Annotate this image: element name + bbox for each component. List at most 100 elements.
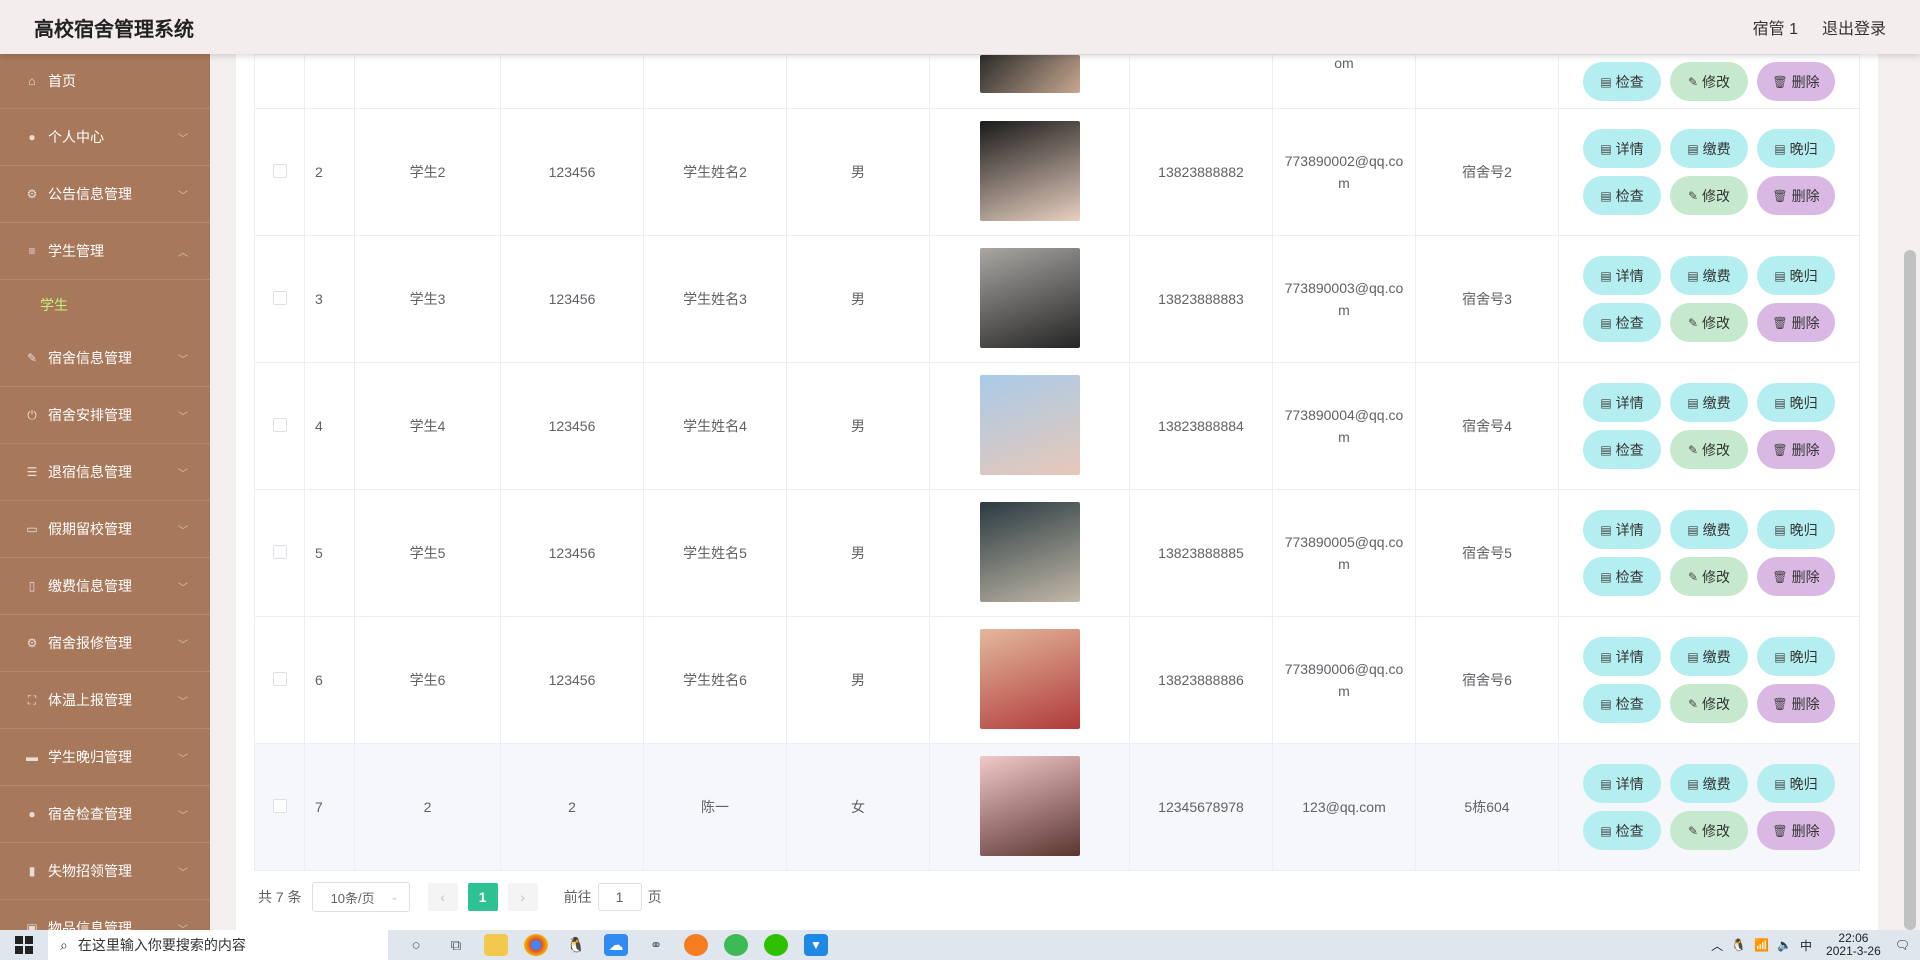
pay-button[interactable]: ▤ 缴费 xyxy=(1670,764,1748,803)
detail-button[interactable]: ▤ 详情 xyxy=(1583,637,1661,676)
check-button[interactable]: ▤ 检查 xyxy=(1583,303,1661,342)
sidebar-item[interactable]: ⚙ 公告信息管理 ﹀ xyxy=(0,166,210,223)
vertical-scrollbar[interactable] xyxy=(1904,250,1916,930)
check-button[interactable]: ▤ 检查 xyxy=(1583,684,1661,723)
sidebar-subitem-student[interactable]: 学生 xyxy=(0,280,210,330)
start-button[interactable] xyxy=(0,930,48,960)
late-return-button[interactable]: ▤ 晚归 xyxy=(1757,129,1835,168)
edit-button[interactable]: ✎ 修改 xyxy=(1670,557,1748,596)
row-checkbox[interactable] xyxy=(272,671,287,686)
task-view-icon[interactable]: ⧉ xyxy=(444,934,468,956)
app-title: 高校宿舍管理系统 xyxy=(34,18,194,41)
delete-button[interactable]: 🗑 删除 xyxy=(1757,684,1835,723)
editor-icon[interactable]: ▼ xyxy=(804,934,828,956)
delete-button[interactable]: 🗑 删除 xyxy=(1757,557,1835,596)
network-icon[interactable]: 📶 xyxy=(1754,938,1769,952)
late-return-button[interactable]: ▤ 晚归 xyxy=(1757,256,1835,295)
logout-link[interactable]: 退出登录 xyxy=(1822,15,1886,39)
sidebar-item[interactable]: ● 宿舍检查管理 ﹀ xyxy=(0,786,210,843)
row-checkbox[interactable] xyxy=(272,163,287,178)
edit-button[interactable]: ✎ 修改 xyxy=(1670,430,1748,469)
pay-button[interactable]: ▤ 缴费 xyxy=(1670,129,1748,168)
home-icon: ⌂ xyxy=(28,74,36,88)
row-checkbox[interactable] xyxy=(272,544,287,559)
late-return-button[interactable]: ▤ 晚归 xyxy=(1757,637,1835,676)
next-page-button[interactable]: › xyxy=(507,883,538,911)
document-icon: ▤ xyxy=(1600,522,1612,537)
check-button[interactable]: ▤ 检查 xyxy=(1583,176,1661,215)
file-explorer-icon[interactable] xyxy=(484,934,508,956)
sidebar-item[interactable]: ● 个人中心 ﹀ xyxy=(0,109,210,166)
firefox-icon[interactable] xyxy=(684,934,708,956)
pay-button[interactable]: ▤ 缴费 xyxy=(1670,383,1748,422)
row-checkbox[interactable] xyxy=(272,417,287,432)
notification-icon[interactable]: 🗨 xyxy=(1895,938,1910,952)
taskbar-search[interactable]: ⌕ 在这里输入你要搜索的内容 xyxy=(48,930,388,960)
delete-button[interactable]: 🗑 删除 xyxy=(1757,303,1835,342)
sidebar-item[interactable]: ▭ 假期留校管理 ﹀ xyxy=(0,501,210,558)
sidebar-item[interactable]: ▬ 学生晚归管理 ﹀ xyxy=(0,729,210,786)
sidebar-item[interactable]: ≡ 学生管理 ︿ xyxy=(0,223,210,280)
delete-button[interactable]: 🗑 删除 xyxy=(1757,176,1835,215)
gender-cell: 男 xyxy=(786,235,930,363)
ime-icon[interactable]: 中 xyxy=(1800,937,1812,954)
sidebar-item[interactable]: ⏻ 宿舍安排管理 ﹀ xyxy=(0,387,210,444)
sidebar-item[interactable]: ▣ 物品信息管理 ﹀ xyxy=(0,900,210,930)
baidu-netdisk-icon[interactable]: ⚭ xyxy=(644,934,668,956)
sidebar-item[interactable]: ▯ 缴费信息管理 ﹀ xyxy=(0,558,210,615)
qq-tray-icon[interactable]: 🐧 xyxy=(1731,938,1746,952)
late-return-button[interactable]: ▤ 晚归 xyxy=(1757,510,1835,549)
edit-button[interactable]: ✎ 修改 xyxy=(1670,176,1748,215)
sidebar-item[interactable]: ✎ 宿舍信息管理 ﹀ xyxy=(0,330,210,387)
detail-button[interactable]: ▤ 详情 xyxy=(1583,129,1661,168)
late-return-button[interactable]: ▤ 晚归 xyxy=(1757,383,1835,422)
goto-page-input[interactable]: 1 xyxy=(597,883,642,911)
edit-button[interactable]: ✎ 修改 xyxy=(1670,684,1748,723)
current-user[interactable]: 宿管 1 xyxy=(1753,15,1798,39)
password-cell: 123456 xyxy=(500,108,644,236)
edit-button[interactable]: ✎ 修改 xyxy=(1670,62,1748,101)
detail-button[interactable]: ▤ 详情 xyxy=(1583,764,1661,803)
chevron-down-icon: ⌄ xyxy=(390,891,399,903)
check-button[interactable]: ▤ 检查 xyxy=(1583,811,1661,850)
volume-icon[interactable]: 🔈 xyxy=(1777,938,1792,952)
edit-button[interactable]: ✎ 修改 xyxy=(1670,303,1748,342)
qq-icon[interactable]: 🐧 xyxy=(564,934,588,956)
sidebar-item-label: 退宿信息管理 xyxy=(48,464,132,480)
check-button[interactable]: ▤ 检查 xyxy=(1583,62,1661,101)
pay-button[interactable]: ▤ 缴费 xyxy=(1670,256,1748,295)
check-button[interactable]: ▤ 检查 xyxy=(1583,430,1661,469)
dorm-cell: 宿舍号2 xyxy=(1415,108,1559,236)
sidebar-item[interactable]: ⚙ 宿舍报修管理 ﹀ xyxy=(0,615,210,672)
sidebar-item[interactable]: ▮ 失物招领管理 ﹀ xyxy=(0,843,210,900)
detail-button[interactable]: ▤ 详情 xyxy=(1583,256,1661,295)
clock[interactable]: 22:06 2021-3-26 xyxy=(1826,932,1881,958)
detail-button[interactable]: ▤ 详情 xyxy=(1583,383,1661,422)
late-return-button[interactable]: ▤ 晚归 xyxy=(1757,764,1835,803)
cloud-drive-icon[interactable]: ☁ xyxy=(604,934,628,956)
pay-button[interactable]: ▤ 缴费 xyxy=(1670,510,1748,549)
delete-button[interactable]: 🗑 删除 xyxy=(1757,62,1835,101)
sidebar-item[interactable]: ☰ 退宿信息管理 ﹀ xyxy=(0,444,210,501)
sidebar-item[interactable]: ⌂ 首页 xyxy=(0,54,210,109)
account-cell: 学生4 xyxy=(354,362,501,490)
detail-button[interactable]: ▤ 详情 xyxy=(1583,510,1661,549)
page-number-button[interactable]: 1 xyxy=(467,883,498,911)
prev-page-button[interactable]: ‹ xyxy=(427,883,458,911)
delete-button[interactable]: 🗑 删除 xyxy=(1757,811,1835,850)
delete-button[interactable]: 🗑 删除 xyxy=(1757,430,1835,469)
pay-button[interactable]: ▤ 缴费 xyxy=(1670,637,1748,676)
tray-chevron-icon[interactable]: ︿ xyxy=(1711,937,1723,954)
check-button[interactable]: ▤ 检查 xyxy=(1583,557,1661,596)
page-size-select[interactable]: 10条/页 ⌄ xyxy=(311,882,410,912)
edit-button[interactable]: ✎ 修改 xyxy=(1670,811,1748,850)
document-icon: ▤ xyxy=(1600,141,1612,156)
sidebar-item[interactable]: ⛶ 体温上报管理 ﹀ xyxy=(0,672,210,729)
wechat-icon[interactable] xyxy=(764,934,788,956)
sidebar-item-label: 假期留校管理 xyxy=(48,521,132,537)
chrome-icon[interactable] xyxy=(524,934,548,956)
row-checkbox[interactable] xyxy=(272,290,287,305)
browser-icon[interactable] xyxy=(724,934,748,956)
row-checkbox[interactable] xyxy=(272,798,287,813)
cortana-icon[interactable]: ○ xyxy=(404,934,428,956)
